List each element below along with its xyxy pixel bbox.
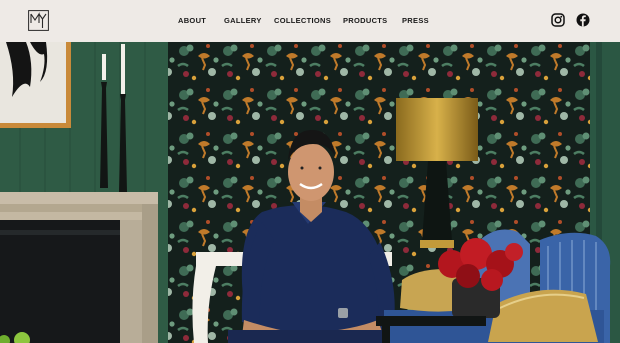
nav-gallery[interactable]: GALLERY bbox=[224, 16, 262, 25]
nav-collections[interactable]: COLLECTIONS bbox=[274, 16, 331, 25]
designer-portrait-illustration bbox=[0, 42, 620, 343]
main-nav: ABOUT GALLERY COLLECTIONS PRODUCTS PRESS bbox=[0, 0, 620, 42]
nav-about[interactable]: ABOUT bbox=[178, 16, 206, 25]
site-header: ABOUT GALLERY COLLECTIONS PRODUCTS PRESS bbox=[0, 0, 620, 42]
nav-products[interactable]: PRODUCTS bbox=[343, 16, 388, 25]
nav-press[interactable]: PRESS bbox=[402, 16, 429, 25]
hero-image bbox=[0, 42, 620, 343]
instagram-icon[interactable] bbox=[551, 13, 565, 27]
facebook-icon[interactable] bbox=[576, 13, 590, 27]
